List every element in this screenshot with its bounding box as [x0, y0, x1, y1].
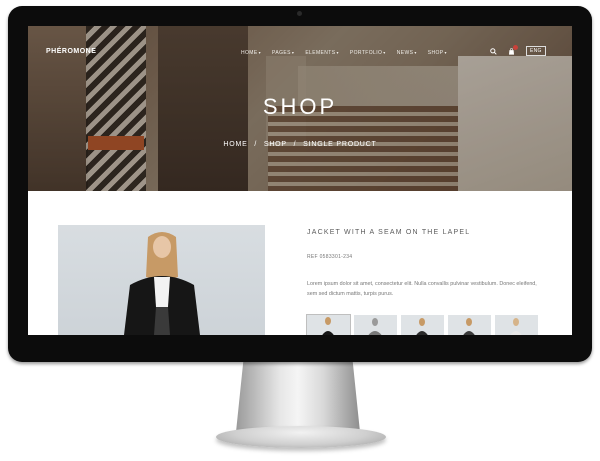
website-screen: PHÉROMONE HOME▾ PAGES▾ ELEMENTS▾ PORTFOL…	[28, 26, 572, 335]
product-thumbnail[interactable]	[354, 315, 397, 335]
chevron-down-icon: ▾	[258, 50, 262, 55]
breadcrumb-home[interactable]: HOME	[223, 141, 247, 148]
breadcrumb-current: SINGLE PRODUCT	[303, 141, 377, 148]
product-thumbnails	[306, 314, 538, 335]
site-logo[interactable]: PHÉROMONE	[46, 48, 96, 55]
thumbnail-figure	[322, 317, 334, 335]
thumbnail-figure	[463, 318, 475, 335]
product-description: Lorem ipsum dolor sit amet, consectetur …	[307, 281, 537, 297]
page-title: SHOP	[262, 94, 338, 119]
language-selector[interactable]: ENG	[526, 46, 546, 56]
product-thumbnail[interactable]	[306, 314, 351, 335]
chevron-down-icon: ▾	[444, 50, 447, 55]
camera-dot	[297, 11, 302, 16]
monitor-stand-neck	[236, 360, 360, 432]
chevron-down-icon: ▾	[414, 50, 417, 55]
thumbnail-figure	[510, 318, 522, 335]
chevron-down-icon: ▾	[291, 50, 295, 55]
breadcrumb: HOME / SHOP / SINGLE PRODUCT	[28, 141, 572, 148]
product-title: JACKET WITH A SEAM ON THE LAPEL	[307, 229, 471, 236]
cart-badge	[513, 45, 518, 50]
nav-item-home[interactable]: HOME▾	[241, 50, 261, 56]
product-thumbnail[interactable]	[448, 315, 491, 335]
product-thumbnail[interactable]	[401, 315, 444, 335]
search-icon[interactable]	[490, 48, 497, 55]
chevron-down-icon: ▾	[383, 50, 386, 55]
breadcrumb-separator: /	[254, 141, 258, 148]
nav-item-portfolio[interactable]: PORTFOLIO▾	[350, 50, 386, 56]
nav-item-elements[interactable]: ELEMENTS▾	[305, 50, 339, 56]
breadcrumb-shop[interactable]: SHOP	[264, 141, 287, 148]
nav-item-shop[interactable]: SHOP▾	[428, 50, 447, 56]
product-main-image[interactable]	[58, 225, 265, 335]
nav-item-news[interactable]: NEWS▾	[397, 50, 417, 56]
chevron-down-icon: ▾	[336, 50, 339, 55]
product-thumbnail[interactable]	[495, 315, 538, 335]
breadcrumb-separator: /	[293, 141, 297, 148]
main-nav: HOME▾ PAGES▾ ELEMENTS▾ PORTFOLIO▾ NEWS▾ …	[241, 50, 447, 56]
nav-item-pages[interactable]: PAGES▾	[272, 50, 294, 56]
thumbnail-figure	[416, 318, 428, 335]
model-figure	[124, 232, 200, 335]
monitor-stand-base	[216, 426, 386, 448]
product-ref: REF 0583301-234	[307, 254, 353, 260]
thumbnail-figure	[368, 318, 382, 335]
hero-banner: PHÉROMONE HOME▾ PAGES▾ ELEMENTS▾ PORTFOL…	[28, 26, 572, 191]
